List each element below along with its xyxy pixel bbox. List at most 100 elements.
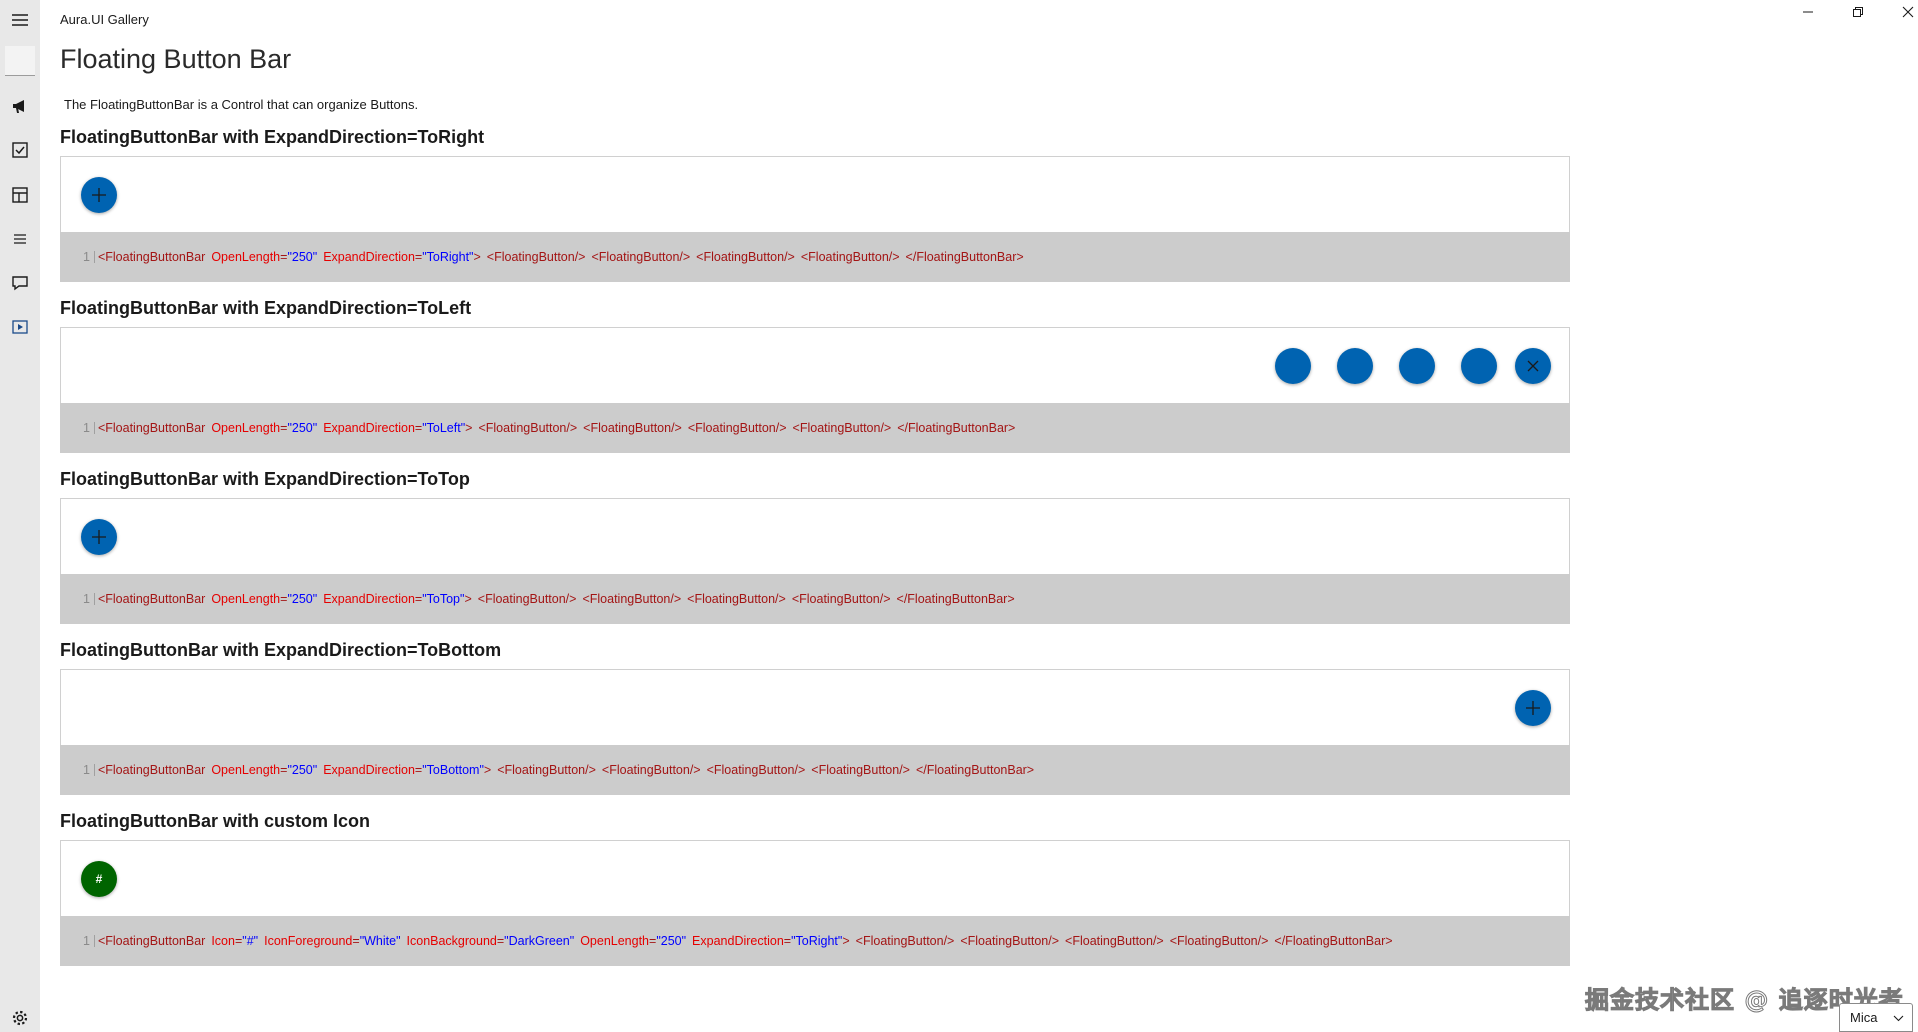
app-window: Aura.UI Gallery Floating Button Bar The …: [0, 0, 1918, 1032]
code-tag: <FloatingButton/>: [583, 421, 682, 435]
nav-rail: [0, 0, 40, 1032]
code-tag: <FloatingButton/>: [855, 934, 955, 948]
media-icon[interactable]: [0, 307, 40, 347]
code-attr: IconForeground: [264, 934, 353, 948]
code-tag: <FloatingButtonBar: [97, 934, 206, 948]
code-attr: ExpandDirection: [323, 763, 415, 777]
section-title: FloatingButtonBar with ExpandDirection=T…: [60, 640, 502, 660]
code-tag: </FloatingButtonBar>: [896, 592, 1015, 606]
code-equals: =: [496, 934, 505, 948]
floating-button[interactable]: [1399, 348, 1435, 384]
code-block: 1 <FloatingButtonBar Icon = "#" IconForegr…: [60, 916, 1570, 966]
checkbox-icon[interactable]: [0, 130, 40, 170]
floating-button-bar-toggle[interactable]: [81, 519, 117, 555]
code-tag: <FloatingButtonBar: [97, 250, 206, 264]
floating-button-bar-toggle[interactable]: [1515, 690, 1551, 726]
code-tag: >: [473, 250, 481, 264]
floating-button-bar-toggle[interactable]: [1515, 348, 1551, 384]
page-description: The FloatingButtonBar is a Control that …: [64, 97, 419, 112]
code-tag: </FloatingButtonBar>: [915, 763, 1035, 777]
theme-selector[interactable]: Mica: [1839, 1003, 1913, 1032]
code-tag: </FloatingButtonBar>: [1274, 934, 1393, 948]
floating-button[interactable]: [1461, 348, 1497, 384]
code-tag: <FloatingButton/>: [1065, 934, 1164, 948]
code-equals: =: [280, 763, 288, 777]
demo-area: [60, 498, 1570, 574]
code-value: "250": [287, 763, 318, 777]
nav-item-selected[interactable]: [5, 46, 35, 76]
code-value: "250": [656, 934, 687, 948]
section-to-right: FloatingButtonBar with ExpandDirection=T…: [60, 126, 1570, 282]
code-value: "ToRight": [422, 250, 474, 264]
code-attr: OpenLength: [211, 421, 281, 435]
demo-area: #: [60, 840, 1570, 916]
floating-button-bar-toggle[interactable]: [81, 177, 117, 213]
restore-icon[interactable]: [1833, 0, 1883, 24]
plus-icon: [1526, 701, 1540, 715]
demo-area: [60, 156, 1570, 232]
code-tag: >: [483, 763, 492, 777]
demo-area: [60, 327, 1570, 403]
code-tag: <FloatingButton/>: [792, 421, 892, 435]
code-attr: ExpandDirection: [323, 421, 415, 435]
section-to-left: FloatingButtonBar with ExpandDirection=T…: [60, 297, 1570, 453]
code-equals: =: [280, 421, 288, 435]
section-title: FloatingButtonBar with ExpandDirection=T…: [60, 127, 485, 147]
code-attr: OpenLength: [211, 592, 281, 606]
code-tag: <FloatingButtonBar: [97, 592, 206, 606]
code-tag: <FloatingButton/>: [478, 421, 578, 435]
line-number: 1: [83, 763, 90, 777]
code-equals: =: [414, 421, 423, 435]
code-tag: <FloatingButton/>: [1169, 934, 1269, 948]
line-number: 1: [83, 592, 90, 606]
code-equals: =: [649, 934, 657, 948]
line-number: 1: [83, 934, 90, 948]
code-equals: =: [783, 934, 792, 948]
megaphone-icon[interactable]: [0, 86, 40, 126]
code-value: "White": [359, 934, 401, 948]
hash-icon: #: [95, 872, 103, 886]
code-value: "#": [242, 934, 259, 948]
list-icon[interactable]: [0, 219, 40, 259]
hamburger-icon[interactable]: [0, 0, 40, 40]
code-equals: =: [414, 250, 423, 264]
code-tag: >: [464, 592, 472, 606]
code-block: 1 <FloatingButtonBar OpenLength = "250" Ex…: [60, 403, 1570, 453]
section-title: FloatingButtonBar with ExpandDirection=T…: [60, 469, 470, 489]
code-tag: <FloatingButton/>: [800, 250, 900, 264]
floating-button[interactable]: [1337, 348, 1373, 384]
code-equals: =: [280, 250, 288, 264]
code-value: "ToLeft": [422, 421, 466, 435]
code-tag: <FloatingButtonBar: [97, 421, 206, 435]
plus-icon: [92, 188, 106, 202]
plus-icon: [92, 530, 106, 544]
section-to-bottom: FloatingButtonBar with ExpandDirection=T…: [60, 639, 1570, 795]
floating-button[interactable]: [1275, 348, 1311, 384]
code-tag: <FloatingButton/>: [477, 592, 577, 606]
code-tag: <FloatingButton/>: [687, 421, 787, 435]
code-tag: <FloatingButton/>: [601, 763, 701, 777]
layout-icon[interactable]: [0, 175, 40, 215]
message-icon[interactable]: [0, 263, 40, 303]
code-attr: OpenLength: [211, 250, 281, 264]
gear-icon[interactable]: [0, 998, 40, 1032]
minimize-icon[interactable]: [1783, 0, 1833, 24]
app-title: Aura.UI Gallery: [60, 12, 149, 27]
code-tag: <FloatingButton/>: [811, 763, 910, 777]
code-value: "ToBottom": [422, 763, 484, 777]
section-to-top: FloatingButtonBar with ExpandDirection=T…: [60, 468, 1570, 624]
code-attr: Icon: [211, 934, 235, 948]
code-tag: <FloatingButton/>: [582, 592, 682, 606]
code-attr: ExpandDirection: [692, 934, 784, 948]
floating-button-bar-toggle[interactable]: #: [81, 861, 117, 897]
code-equals: =: [280, 592, 288, 606]
code-value: "250": [287, 592, 318, 606]
line-number: 1: [83, 421, 90, 435]
close-icon[interactable]: [1883, 0, 1918, 24]
code-equals: =: [234, 934, 243, 948]
code-block: 1 <FloatingButtonBar OpenLength = "250" Ex…: [60, 574, 1570, 624]
code-tag: <FloatingButton/>: [696, 250, 795, 264]
code-value: "ToTop": [422, 592, 465, 606]
code-tag: <FloatingButton/>: [706, 763, 806, 777]
line-number: 1: [83, 250, 90, 264]
